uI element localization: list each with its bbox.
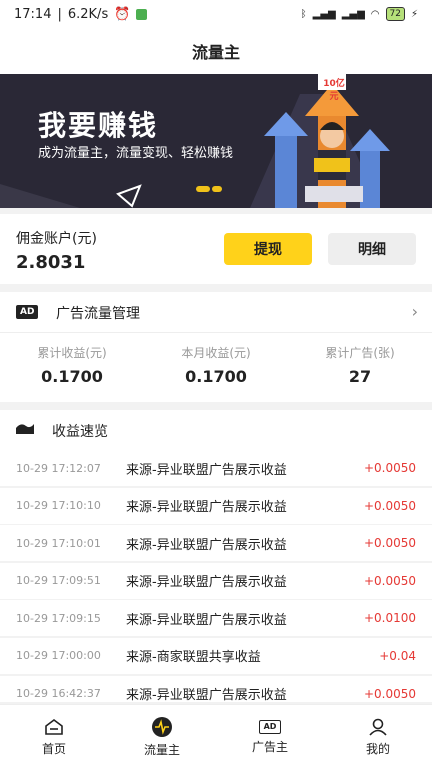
ad-management-header[interactable]: AD 广告流量管理 › <box>0 292 432 333</box>
ad-management-title: 广告流量管理 <box>56 306 140 322</box>
list-item: 10-29 17:10:01 来源-异业联盟广告展示收益 +0.0050 <box>0 525 432 562</box>
commission-account: 佣金账户(元) 2.8031 提现 明细 <box>0 214 432 284</box>
earnings-overview-header: 收益速览 <box>0 410 432 450</box>
battery-icon: 72 <box>385 7 405 21</box>
signal-icon: ▂▄▆ <box>312 8 336 20</box>
status-separator: | <box>57 6 62 22</box>
item-time: 10-29 17:10:01 <box>16 536 101 550</box>
chevron-right-icon: › <box>411 302 418 321</box>
earnings-title: 收益速览 <box>52 424 108 440</box>
item-amount: +0.0050 <box>363 573 416 588</box>
nav-item-home[interactable]: 首页 <box>0 705 108 769</box>
nav-label: 流量主 <box>143 742 180 757</box>
banner[interactable]: 我要赚钱 成为流量主，流量变现、轻松赚钱 10亿元 <box>0 74 432 208</box>
item-time: 10-29 17:00:00 <box>16 649 101 663</box>
list-item: 10-29 17:00:00 来源-商家联盟共享收益 +0.04 <box>0 637 432 674</box>
stat-value: 27 <box>348 367 372 386</box>
list-item: 10-29 17:10:10 来源-异业联盟广告展示收益 +0.0050 <box>0 487 432 524</box>
item-amount: +0.0050 <box>363 461 416 475</box>
item-description: 来源-异业联盟广告展示收益 <box>126 612 287 628</box>
stat-value: 0.1700 <box>41 367 103 386</box>
status-left: 17:14 | 6.2K/s ⏰ <box>14 6 148 22</box>
nav-label: 广告主 <box>251 739 288 754</box>
banner-title: 我要赚钱 <box>38 109 159 142</box>
list-item: 10-29 17:12:07 来源-异业联盟广告展示收益 +0.0050 <box>0 450 432 486</box>
stat-total-earnings: 累计收益(元) 0.1700 <box>0 344 144 386</box>
charging-icon: ⚡ <box>410 8 418 20</box>
app-notification-icon <box>136 8 148 20</box>
item-amount: +0.0100 <box>363 611 416 626</box>
status-speed: 6.2K/s <box>67 6 109 22</box>
item-amount: +0.0050 <box>363 536 416 551</box>
stat-value: 0.1700 <box>185 367 247 386</box>
earnings-list[interactable]: 10-29 17:12:07 来源-异业联盟广告展示收益 +0.0050 10-… <box>0 450 432 702</box>
nav-label: 我的 <box>365 741 390 756</box>
traffic-icon <box>152 716 172 737</box>
stat-label: 累计收益(元) <box>37 346 107 360</box>
list-item: 10-29 17:09:15 来源-异业联盟广告展示收益 +0.0100 <box>0 600 432 637</box>
list-item: 10-29 17:09:51 来源-异业联盟广告展示收益 +0.0050 <box>0 562 432 599</box>
item-description: 来源-异业联盟广告展示收益 <box>126 537 287 553</box>
alarm-icon: ⏰ <box>114 6 131 22</box>
user-icon <box>369 718 387 736</box>
item-description: 来源-商家联盟共享收益 <box>126 650 261 666</box>
stat-label: 本月收益(元) <box>181 346 251 360</box>
item-amount: +0.04 <box>379 648 416 663</box>
nav-item-mine[interactable]: 我的 <box>324 705 432 769</box>
status-bar: 17:14 | 6.2K/s ⏰ ᛒ ▂▄▆ ▂▄▆ ◠ 72 ⚡ <box>0 0 432 28</box>
signal-icon-2: ▂▄▆ <box>341 8 365 20</box>
earnings-icon <box>16 424 34 434</box>
item-time: 10-29 17:09:51 <box>16 574 101 588</box>
item-description: 来源-异业联盟广告展示收益 <box>126 462 287 478</box>
status-right: ᛒ ▂▄▆ ▂▄▆ ◠ 72 ⚡ <box>301 7 418 21</box>
item-time: 10-29 17:10:10 <box>16 499 101 513</box>
item-amount: +0.0050 <box>363 498 416 513</box>
item-amount: +0.0050 <box>363 686 416 701</box>
item-description: 来源-异业联盟广告展示收益 <box>126 688 287 702</box>
item-time: 10-29 16:42:37 <box>16 687 101 701</box>
banner-tag: 10亿元 <box>323 79 345 102</box>
item-description: 来源-异业联盟广告展示收益 <box>126 575 287 591</box>
item-time: 10-29 17:12:07 <box>16 461 101 475</box>
ad-traffic-management: AD 广告流量管理 › 累计收益(元) 0.1700 本月收益(元) 0.170… <box>0 292 432 402</box>
status-time: 17:14 <box>14 6 52 22</box>
stat-month-earnings: 本月收益(元) 0.1700 <box>144 344 288 386</box>
nav-item-traffic[interactable]: 流量主 <box>108 705 216 769</box>
stat-total-ads: 累计广告(张) 27 <box>288 344 432 386</box>
ad-icon: AD <box>258 719 282 734</box>
bluetooth-icon: ᛒ <box>300 8 307 20</box>
item-time: 10-29 17:09:15 <box>16 611 101 625</box>
home-icon <box>45 718 63 735</box>
item-description: 来源-异业联盟广告展示收益 <box>126 500 287 516</box>
nav-item-advertiser[interactable]: AD 广告主 <box>216 705 324 769</box>
list-item: 10-29 16:42:37 来源-异业联盟广告展示收益 +0.0050 <box>0 675 432 702</box>
bottom-nav: 首页 流量主 AD 广告主 我的 <box>0 704 432 769</box>
banner-subtitle: 成为流量主，流量变现、轻松赚钱 <box>38 146 234 161</box>
stat-label: 累计广告(张) <box>325 346 395 360</box>
page-title: 流量主 <box>0 28 432 74</box>
account-label: 佣金账户(元) <box>16 231 97 247</box>
detail-button[interactable]: 明细 <box>328 233 416 265</box>
ad-badge-icon: AD <box>16 305 39 319</box>
account-balance: 2.8031 <box>16 252 86 273</box>
withdraw-button[interactable]: 提现 <box>224 233 312 265</box>
wifi-icon: ◠ <box>370 8 380 20</box>
nav-label: 首页 <box>41 741 66 756</box>
